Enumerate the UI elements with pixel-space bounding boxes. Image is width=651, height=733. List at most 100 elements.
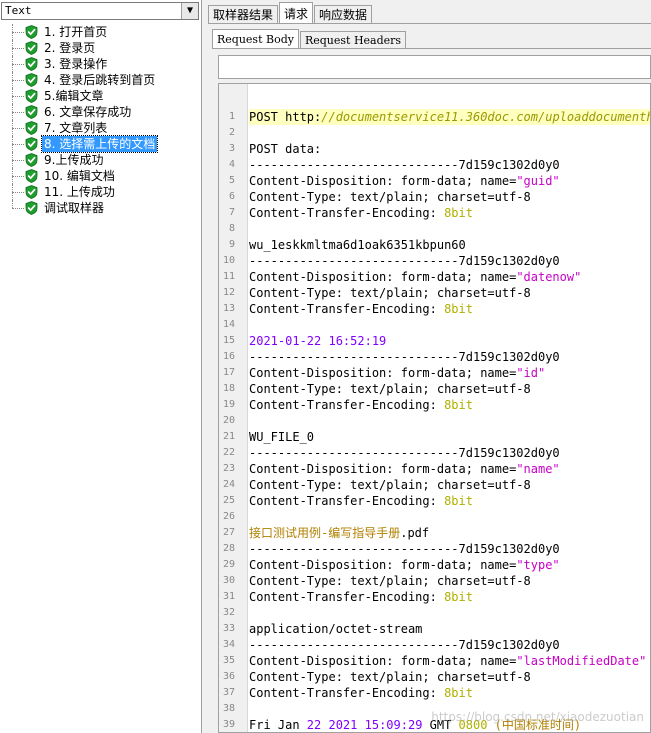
line-number: 16 xyxy=(222,351,235,362)
line-text: Content-Disposition: form-data; name="da… xyxy=(249,269,581,285)
line-text: Content-Transfer-Encoding: 8bit xyxy=(249,301,473,317)
code-token: 8bit xyxy=(444,494,473,508)
tree-item[interactable]: 5.编辑文章 xyxy=(0,88,201,104)
tab-response-data[interactable]: 响应数据 xyxy=(314,5,373,24)
line-number: 19 xyxy=(222,399,235,410)
line-text: -----------------------------7d159c1302d… xyxy=(249,445,560,461)
tree-connector xyxy=(12,104,26,120)
tree-item-label: 4. 登录后跳转到首页 xyxy=(44,73,156,87)
code-line: 6 Content-Type: text/plain; charset=utf-8 xyxy=(219,189,650,205)
code-line: 27 接口测试用例-编写指导手册.pdf xyxy=(219,525,650,541)
tab-request[interactable]: 请求 xyxy=(279,2,314,24)
line-text: Content-Type: text/plain; charset=utf-8 xyxy=(249,285,531,301)
code-token: .pdf xyxy=(400,526,430,540)
tree-item[interactable]: 4. 登录后跳转到首页 xyxy=(0,72,201,88)
tab-request-headers[interactable]: Request Headers xyxy=(299,31,407,49)
code-line: 16 -----------------------------7d159c130… xyxy=(219,349,650,365)
line-number: 13 xyxy=(222,303,235,314)
code-token: "type" xyxy=(516,558,560,572)
line-text: -----------------------------7d159c1302d… xyxy=(249,349,560,365)
tree-item-label: 5.编辑文章 xyxy=(44,89,104,103)
line-number: 4 xyxy=(228,159,235,170)
code-token: wu_1eskkmltma6d1oak6351kbpun60 xyxy=(249,238,466,252)
code-line: 3 POST data: xyxy=(219,141,650,157)
line-text: Content-Disposition: form-data; name="la… xyxy=(249,653,646,669)
code-token: Content-Type: text/plain; charset=utf-8 xyxy=(249,478,531,492)
tree-item-label: 调试取样器 xyxy=(44,201,105,215)
line-text: 接口测试用例-编写指导手册.pdf xyxy=(249,525,429,541)
line-text: Content-Type: text/plain; charset=utf-8 xyxy=(249,477,531,493)
line-text: WU_FILE_0 xyxy=(249,429,314,445)
tree-item[interactable]: 8. 选择需上传的文档 xyxy=(0,135,201,153)
code-token: Content-Transfer-Encoding: xyxy=(249,590,445,604)
line-number: 7 xyxy=(228,207,235,218)
line-number: 1 xyxy=(228,111,235,122)
line-number: 27 xyxy=(222,527,235,538)
line-text: 2021-01-22 16:52:19 xyxy=(249,333,386,349)
line-text: POST data: xyxy=(249,141,321,157)
code-line: 24 Content-Type: text/plain; charset=utf-… xyxy=(219,477,650,493)
line-number: 35 xyxy=(222,655,235,666)
code-line: 11 Content-Disposition: form-data; name="… xyxy=(219,269,650,285)
tree-item-label: 8. 选择需上传的文档 xyxy=(40,135,159,153)
tree-item[interactable]: 9.上传成功 xyxy=(0,152,201,168)
code-token: Content-Disposition: form-data; name= xyxy=(249,366,517,380)
line-text: -----------------------------7d159c1302d… xyxy=(249,541,560,557)
tree-item[interactable]: 3. 登录操作 xyxy=(0,56,201,72)
green-shield-check-icon xyxy=(25,25,38,39)
tab-request-body[interactable]: Request Body xyxy=(212,29,299,49)
line-text: wu_1eskkmltma6d1oak6351kbpun60 xyxy=(249,237,466,253)
tree-connector xyxy=(12,152,26,168)
chevron-down-icon[interactable]: ▼ xyxy=(181,3,198,19)
green-shield-check-icon xyxy=(25,105,38,119)
tree-item-label: 10. 编辑文档 xyxy=(44,169,115,183)
code-line: 2 xyxy=(219,125,650,141)
tree-item[interactable]: 10. 编辑文档 xyxy=(0,168,201,184)
code-line: 13 Content-Transfer-Encoding: 8bit xyxy=(219,301,650,317)
tree-item[interactable]: 2. 登录页 xyxy=(0,40,201,56)
request-body-editor[interactable]: 1 POST http://documentservice11.360doc.co… xyxy=(218,83,651,733)
code-line: 5 Content-Disposition: form-data; name="g… xyxy=(219,173,650,189)
code-line: 31 Content-Transfer-Encoding: 8bit xyxy=(219,589,650,605)
tree-item[interactable]: 1. 打开首页 xyxy=(0,24,201,40)
tree-item[interactable]: 7. 文章列表 xyxy=(0,120,201,136)
code-line: 10 -----------------------------7d159c130… xyxy=(219,253,650,269)
green-shield-check-icon xyxy=(25,185,38,199)
line-text: POST http://documentservice11.360doc.com… xyxy=(249,109,650,125)
code-token: 15:09:29 xyxy=(364,718,423,732)
tree-item-label: 11. 上传成功 xyxy=(44,185,115,199)
code-line: 19 Content-Transfer-Encoding: 8bit xyxy=(219,397,650,413)
code-line: 9 wu_1eskkmltma6d1oak6351kbpun60 xyxy=(219,237,650,253)
code-line: 14 xyxy=(219,317,650,333)
code-line: 8 xyxy=(219,221,650,237)
code-token: Content-Transfer-Encoding: xyxy=(249,494,445,508)
line-text: -----------------------------7d159c1302d… xyxy=(249,157,560,173)
renderer-select-value: Text xyxy=(5,4,32,17)
tree-item-label: 6. 文章保存成功 xyxy=(44,105,132,119)
line-number: 28 xyxy=(222,543,235,554)
line-number: 32 xyxy=(222,607,235,618)
code-line: 33 application/octet-stream xyxy=(219,621,650,637)
code-line: 20 xyxy=(219,413,650,429)
search-input[interactable] xyxy=(218,55,651,79)
tree-item[interactable]: 调试取样器 xyxy=(0,200,201,216)
line-number: 20 xyxy=(222,415,235,426)
tree-item-label: 9.上传成功 xyxy=(44,153,104,167)
renderer-select[interactable]: Text ▼ xyxy=(1,2,199,20)
code-line: 22 -----------------------------7d159c130… xyxy=(219,445,650,461)
code-line: 36 Content-Type: text/plain; charset=utf-… xyxy=(219,669,650,685)
tab-sampler-result[interactable]: 取样器结果 xyxy=(208,5,279,24)
line-number: 39 xyxy=(222,719,235,730)
line-number: 30 xyxy=(222,575,235,586)
line-text: Content-Type: text/plain; charset=utf-8 xyxy=(249,669,531,685)
code-token: -----------------------------7d159c1302d… xyxy=(249,158,560,172)
details-panel: 取样器结果 请求 响应数据 Request Body Request Heade… xyxy=(208,0,651,733)
tree-item[interactable]: 6. 文章保存成功 xyxy=(0,104,201,120)
line-number: 25 xyxy=(222,495,235,506)
tree-item[interactable]: 11. 上传成功 xyxy=(0,184,201,200)
code-line: 32 xyxy=(219,605,650,621)
code-token: Content-Type: text/plain; charset=utf-8 xyxy=(249,190,531,204)
code-token: Content-Disposition: form-data; name= xyxy=(249,654,517,668)
line-number: 14 xyxy=(222,319,235,330)
